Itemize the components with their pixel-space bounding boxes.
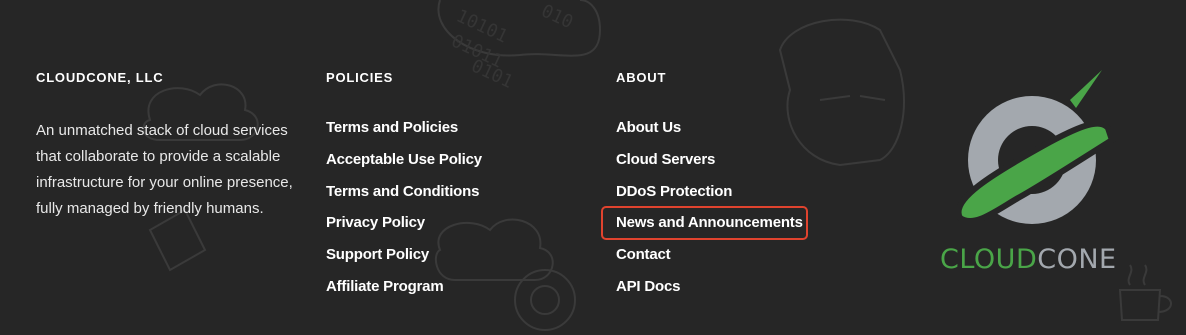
policies-column: POLICIES xyxy=(326,70,393,86)
company-column: CLOUDCONE, LLC xyxy=(36,70,163,86)
svg-text:10101: 10101 xyxy=(453,5,511,47)
about-heading: ABOUT xyxy=(616,70,667,85)
news-link-highlight-box xyxy=(601,206,808,240)
company-heading: CLOUDCONE, LLC xyxy=(36,70,164,85)
policies-links: Terms and Policies Acceptable Use Policy… xyxy=(326,116,482,307)
list-item: Terms and Policies xyxy=(326,116,482,148)
list-item: Contact xyxy=(616,243,803,275)
about-us-link[interactable]: About Us xyxy=(616,119,681,136)
list-item: Acceptable Use Policy xyxy=(326,148,482,180)
cloud-servers-link[interactable]: Cloud Servers xyxy=(616,151,715,168)
list-item: About Us xyxy=(616,116,803,148)
about-column: ABOUT xyxy=(616,70,666,86)
acceptable-use-policy-link[interactable]: Acceptable Use Policy xyxy=(326,151,482,168)
terms-and-conditions-link[interactable]: Terms and Conditions xyxy=(326,183,479,200)
list-item: Affiliate Program xyxy=(326,275,482,307)
support-policy-link[interactable]: Support Policy xyxy=(326,246,429,263)
logo-text-cloud: CLOUD xyxy=(940,244,1038,275)
company-description: An unmatched stack of cloud services tha… xyxy=(36,122,293,217)
list-item: Terms and Conditions xyxy=(326,180,482,212)
ddos-protection-link[interactable]: DDoS Protection xyxy=(616,183,732,200)
svg-text:010: 010 xyxy=(538,0,576,33)
list-item: API Docs xyxy=(616,275,803,307)
list-item: Support Policy xyxy=(326,243,482,275)
svg-text:0101: 0101 xyxy=(468,55,516,92)
cloudcone-logo-text: CLOUDCONE xyxy=(940,244,1117,275)
list-item: Privacy Policy xyxy=(326,211,482,243)
policies-heading: POLICIES xyxy=(326,70,394,85)
logo-text-cone: CONE xyxy=(1037,244,1117,275)
list-item: Cloud Servers xyxy=(616,148,803,180)
privacy-policy-link[interactable]: Privacy Policy xyxy=(326,214,425,231)
api-docs-link[interactable]: API Docs xyxy=(616,278,680,295)
svg-text:01011: 01011 xyxy=(448,30,506,72)
terms-and-policies-link[interactable]: Terms and Policies xyxy=(326,119,458,136)
affiliate-program-link[interactable]: Affiliate Program xyxy=(326,278,444,295)
contact-link[interactable]: Contact xyxy=(616,246,671,263)
